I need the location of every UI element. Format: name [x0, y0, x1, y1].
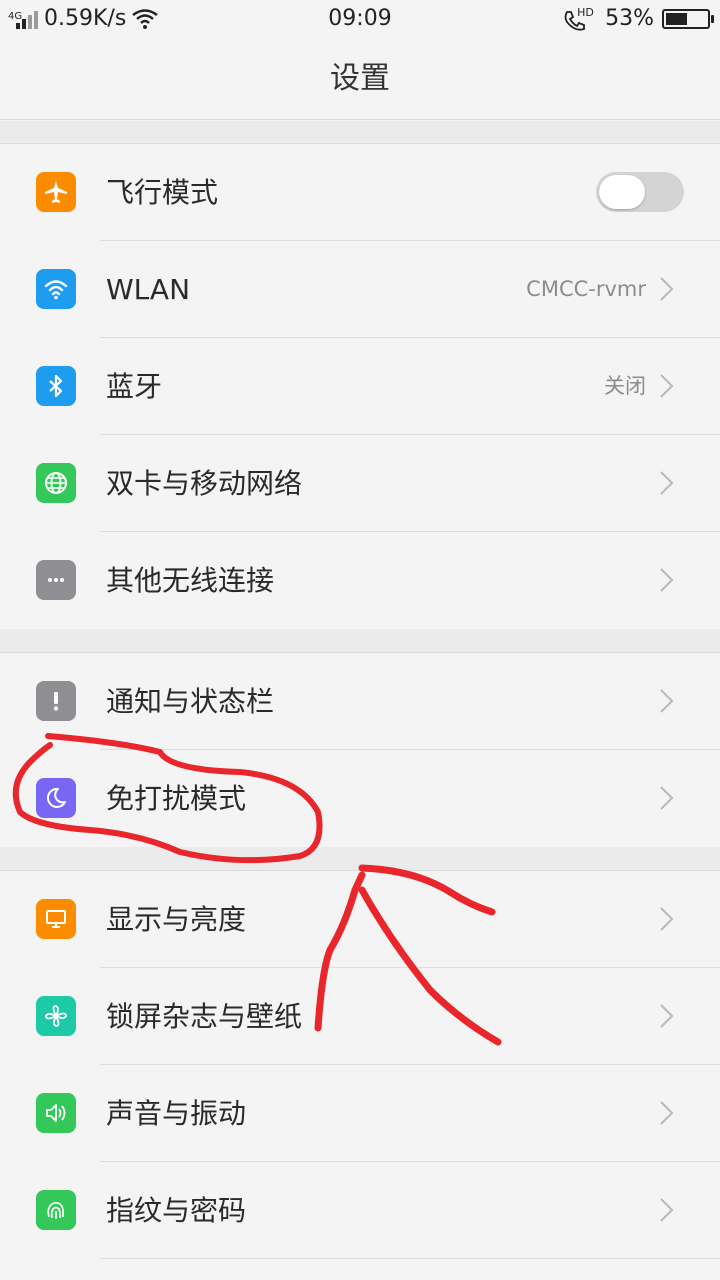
- chevron-right-icon: [660, 907, 674, 931]
- setting-display-brightness[interactable]: 显示与亮度: [0, 871, 720, 968]
- status-bar: 4G 0.59K/s 09:09 HD 53%: [0, 0, 720, 38]
- more-dots-icon: [36, 560, 76, 600]
- setting-airplane-mode[interactable]: 飞行模式: [0, 144, 720, 241]
- chevron-right-icon: [660, 786, 674, 810]
- chevron-right-icon: [660, 374, 674, 398]
- row-label: 声音与振动: [106, 1097, 247, 1130]
- row-label: 飞行模式: [106, 176, 219, 209]
- battery-icon: [662, 9, 714, 29]
- chevron-right-icon: [660, 277, 674, 301]
- row-label: 其他无线连接: [106, 564, 275, 597]
- chevron-right-icon: [660, 1198, 674, 1222]
- exclamation-icon: [36, 681, 76, 721]
- airplane-icon: [36, 172, 76, 212]
- row-label: 锁屏杂志与壁纸: [106, 1000, 303, 1033]
- chevron-right-icon: [660, 568, 674, 592]
- row-label: 指纹与密码: [106, 1194, 247, 1227]
- globe-icon: [36, 463, 76, 503]
- airplane-mode-toggle[interactable]: [596, 172, 684, 212]
- battery-level: [666, 13, 687, 25]
- row-label: 蓝牙: [106, 370, 163, 403]
- display-icon: [36, 899, 76, 939]
- wifi-icon: [36, 269, 76, 309]
- hd-badge: HD: [577, 6, 594, 19]
- wlan-network-name: CMCC-rvmr: [526, 277, 646, 301]
- fingerprint-icon: [36, 1190, 76, 1230]
- bluetooth-icon: [36, 366, 76, 406]
- row-label: 通知与状态栏: [106, 685, 275, 718]
- row-label: 免打扰模式: [106, 782, 247, 815]
- setting-bluetooth[interactable]: 蓝牙 关闭: [0, 338, 720, 435]
- row-label: 显示与亮度: [106, 903, 247, 936]
- title-bar: 设置: [0, 38, 720, 120]
- setting-wlan[interactable]: WLAN CMCC-rvmr: [0, 241, 720, 338]
- chevron-right-icon: [660, 471, 674, 495]
- moon-icon: [36, 778, 76, 818]
- setting-other-wireless[interactable]: 其他无线连接: [0, 532, 720, 629]
- speaker-icon: [36, 1093, 76, 1133]
- chevron-right-icon: [660, 689, 674, 713]
- group-separator: [0, 847, 720, 871]
- chevron-right-icon: [660, 1004, 674, 1028]
- status-right: HD 53%: [563, 4, 714, 34]
- setting-notifications-statusbar[interactable]: 通知与状态栏: [0, 653, 720, 750]
- group-separator: [0, 121, 720, 144]
- bluetooth-status: 关闭: [604, 374, 646, 398]
- setting-do-not-disturb[interactable]: 免打扰模式: [0, 750, 720, 847]
- pinwheel-icon: [36, 996, 76, 1036]
- setting-fingerprint-password[interactable]: 指纹与密码: [0, 1162, 720, 1259]
- row-label: 双卡与移动网络: [106, 467, 303, 500]
- setting-sound-vibration[interactable]: 声音与振动: [0, 1065, 720, 1162]
- row-label: WLAN: [106, 273, 191, 306]
- chevron-right-icon: [660, 1101, 674, 1125]
- page-title: 设置: [330, 61, 390, 96]
- hd-call-icon: HD: [563, 6, 597, 32]
- setting-lockscreen-wallpaper[interactable]: 锁屏杂志与壁纸: [0, 968, 720, 1065]
- setting-dual-sim-network[interactable]: 双卡与移动网络: [0, 435, 720, 532]
- battery-percent: 53%: [605, 6, 654, 31]
- group-separator: [0, 629, 720, 653]
